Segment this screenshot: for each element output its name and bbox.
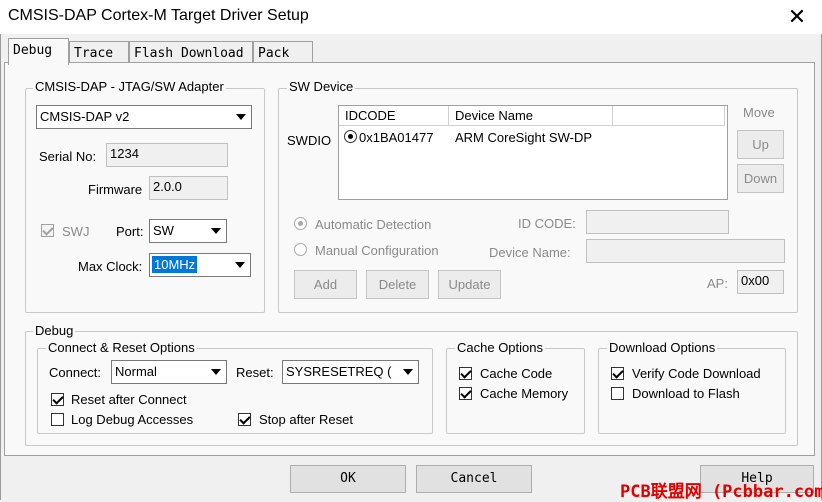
firmware-field: 2.0.0 bbox=[149, 176, 228, 200]
cache-memory-checkbox[interactable] bbox=[459, 387, 472, 400]
cache-options-group-label: Cache Options bbox=[455, 340, 545, 355]
debug-tab-panel: CMSIS-DAP - JTAG/SW Adapter CMSIS-DAP v2… bbox=[4, 62, 815, 456]
add-button[interactable]: Add bbox=[294, 270, 357, 299]
row-idcode: 0x1BA01477 bbox=[359, 130, 434, 145]
cache-code-label: Cache Code bbox=[480, 366, 553, 381]
reset-select-value: SYSRESETREQ ( bbox=[286, 364, 392, 379]
connect-select[interactable]: Normal bbox=[111, 360, 227, 384]
chevron-down-icon[interactable] bbox=[398, 361, 418, 383]
serial-label: Serial No: bbox=[39, 149, 97, 164]
tab-debug[interactable]: Debug bbox=[8, 38, 69, 65]
chevron-down-icon[interactable] bbox=[206, 220, 226, 242]
idcode-label: ID CODE: bbox=[518, 216, 576, 231]
watermark-text: PCB联盟网 (Pcbbar.com) bbox=[620, 482, 822, 502]
adapter-select-value: CMSIS-DAP v2 bbox=[40, 109, 130, 124]
ap-label: AP: bbox=[707, 276, 728, 291]
chevron-down-icon[interactable] bbox=[206, 361, 226, 383]
ok-button[interactable]: OK bbox=[290, 465, 406, 493]
column-header-device-name[interactable]: Device Name bbox=[449, 106, 613, 126]
serial-field: 1234 bbox=[106, 143, 228, 167]
chevron-down-icon[interactable] bbox=[230, 254, 250, 276]
verify-download-checkbox[interactable] bbox=[611, 367, 624, 380]
device-name-field[interactable] bbox=[586, 239, 785, 263]
download-to-flash-checkbox[interactable] bbox=[611, 387, 624, 400]
device-name-label: Device Name: bbox=[489, 245, 571, 260]
connect-select-value: Normal bbox=[115, 364, 157, 379]
cancel-button[interactable]: Cancel bbox=[416, 465, 532, 493]
move-down-button[interactable]: Down bbox=[737, 164, 784, 193]
sw-device-list[interactable]: IDCODE Device Name 0x1BA01477 ARM CoreSi… bbox=[338, 105, 728, 200]
download-to-flash-label: Download to Flash bbox=[632, 386, 740, 401]
reset-label: Reset: bbox=[236, 365, 274, 380]
swj-label: SWJ bbox=[62, 224, 90, 239]
firmware-label: Firmware bbox=[88, 182, 143, 197]
row-device-name: ARM CoreSight SW-DP bbox=[455, 130, 593, 145]
stop-after-reset-checkbox[interactable] bbox=[238, 413, 251, 426]
idcode-field[interactable] bbox=[586, 210, 729, 234]
stop-after-reset-label: Stop after Reset bbox=[259, 412, 353, 427]
verify-download-label: Verify Code Download bbox=[632, 366, 761, 381]
update-button[interactable]: Update bbox=[438, 270, 501, 299]
adapter-select[interactable]: CMSIS-DAP v2 bbox=[36, 105, 252, 129]
reset-select[interactable]: SYSRESETREQ ( bbox=[282, 360, 419, 384]
manual-config-label: Manual Configuration bbox=[315, 243, 439, 258]
connect-reset-group-label: Connect & Reset Options bbox=[46, 340, 197, 355]
reset-after-connect-label: Reset after Connect bbox=[71, 392, 187, 407]
window-title: CMSIS-DAP Cortex-M Target Driver Setup bbox=[8, 7, 309, 24]
download-options-group-label: Download Options bbox=[607, 340, 718, 355]
cache-memory-label: Cache Memory bbox=[480, 386, 569, 401]
adapter-group-label: CMSIS-DAP - JTAG/SW Adapter bbox=[33, 79, 226, 94]
port-label: Port: bbox=[116, 224, 144, 239]
manual-config-radio[interactable] bbox=[294, 243, 307, 256]
move-up-button[interactable]: Up bbox=[737, 130, 784, 159]
cache-code-checkbox[interactable] bbox=[459, 367, 472, 380]
column-header-idcode[interactable]: IDCODE bbox=[339, 106, 449, 126]
move-label: Move bbox=[743, 105, 775, 120]
ap-field[interactable]: 0x00 bbox=[737, 270, 784, 294]
log-debug-checkbox[interactable] bbox=[51, 413, 64, 426]
debug-group-label: Debug bbox=[33, 323, 76, 338]
auto-detection-label: Automatic Detection bbox=[315, 217, 432, 232]
row-selected-icon bbox=[344, 130, 357, 143]
port-select[interactable]: SW bbox=[149, 219, 227, 243]
title-bar: CMSIS-DAP Cortex-M Target Driver Setup ✕ bbox=[0, 0, 822, 34]
chevron-down-icon[interactable] bbox=[231, 106, 251, 128]
maxclock-select[interactable]: 10MHz bbox=[149, 253, 251, 277]
table-row[interactable]: 0x1BA01477 ARM CoreSight SW-DP bbox=[339, 128, 725, 148]
log-debug-label: Log Debug Accesses bbox=[71, 412, 194, 427]
connect-label: Connect: bbox=[49, 365, 102, 380]
close-icon[interactable]: ✕ bbox=[784, 4, 810, 30]
sw-device-group-label: SW Device bbox=[287, 79, 356, 94]
swj-checkbox[interactable] bbox=[41, 224, 54, 237]
delete-button[interactable]: Delete bbox=[366, 270, 429, 299]
port-select-value: SW bbox=[153, 223, 174, 238]
column-header-empty bbox=[613, 106, 725, 126]
swdio-label: SWDIO bbox=[287, 133, 332, 148]
maxclock-label: Max Clock: bbox=[78, 259, 143, 274]
reset-after-connect-checkbox[interactable] bbox=[51, 393, 64, 406]
auto-detection-radio[interactable] bbox=[294, 217, 307, 230]
maxclock-select-value: 10MHz bbox=[152, 256, 198, 273]
